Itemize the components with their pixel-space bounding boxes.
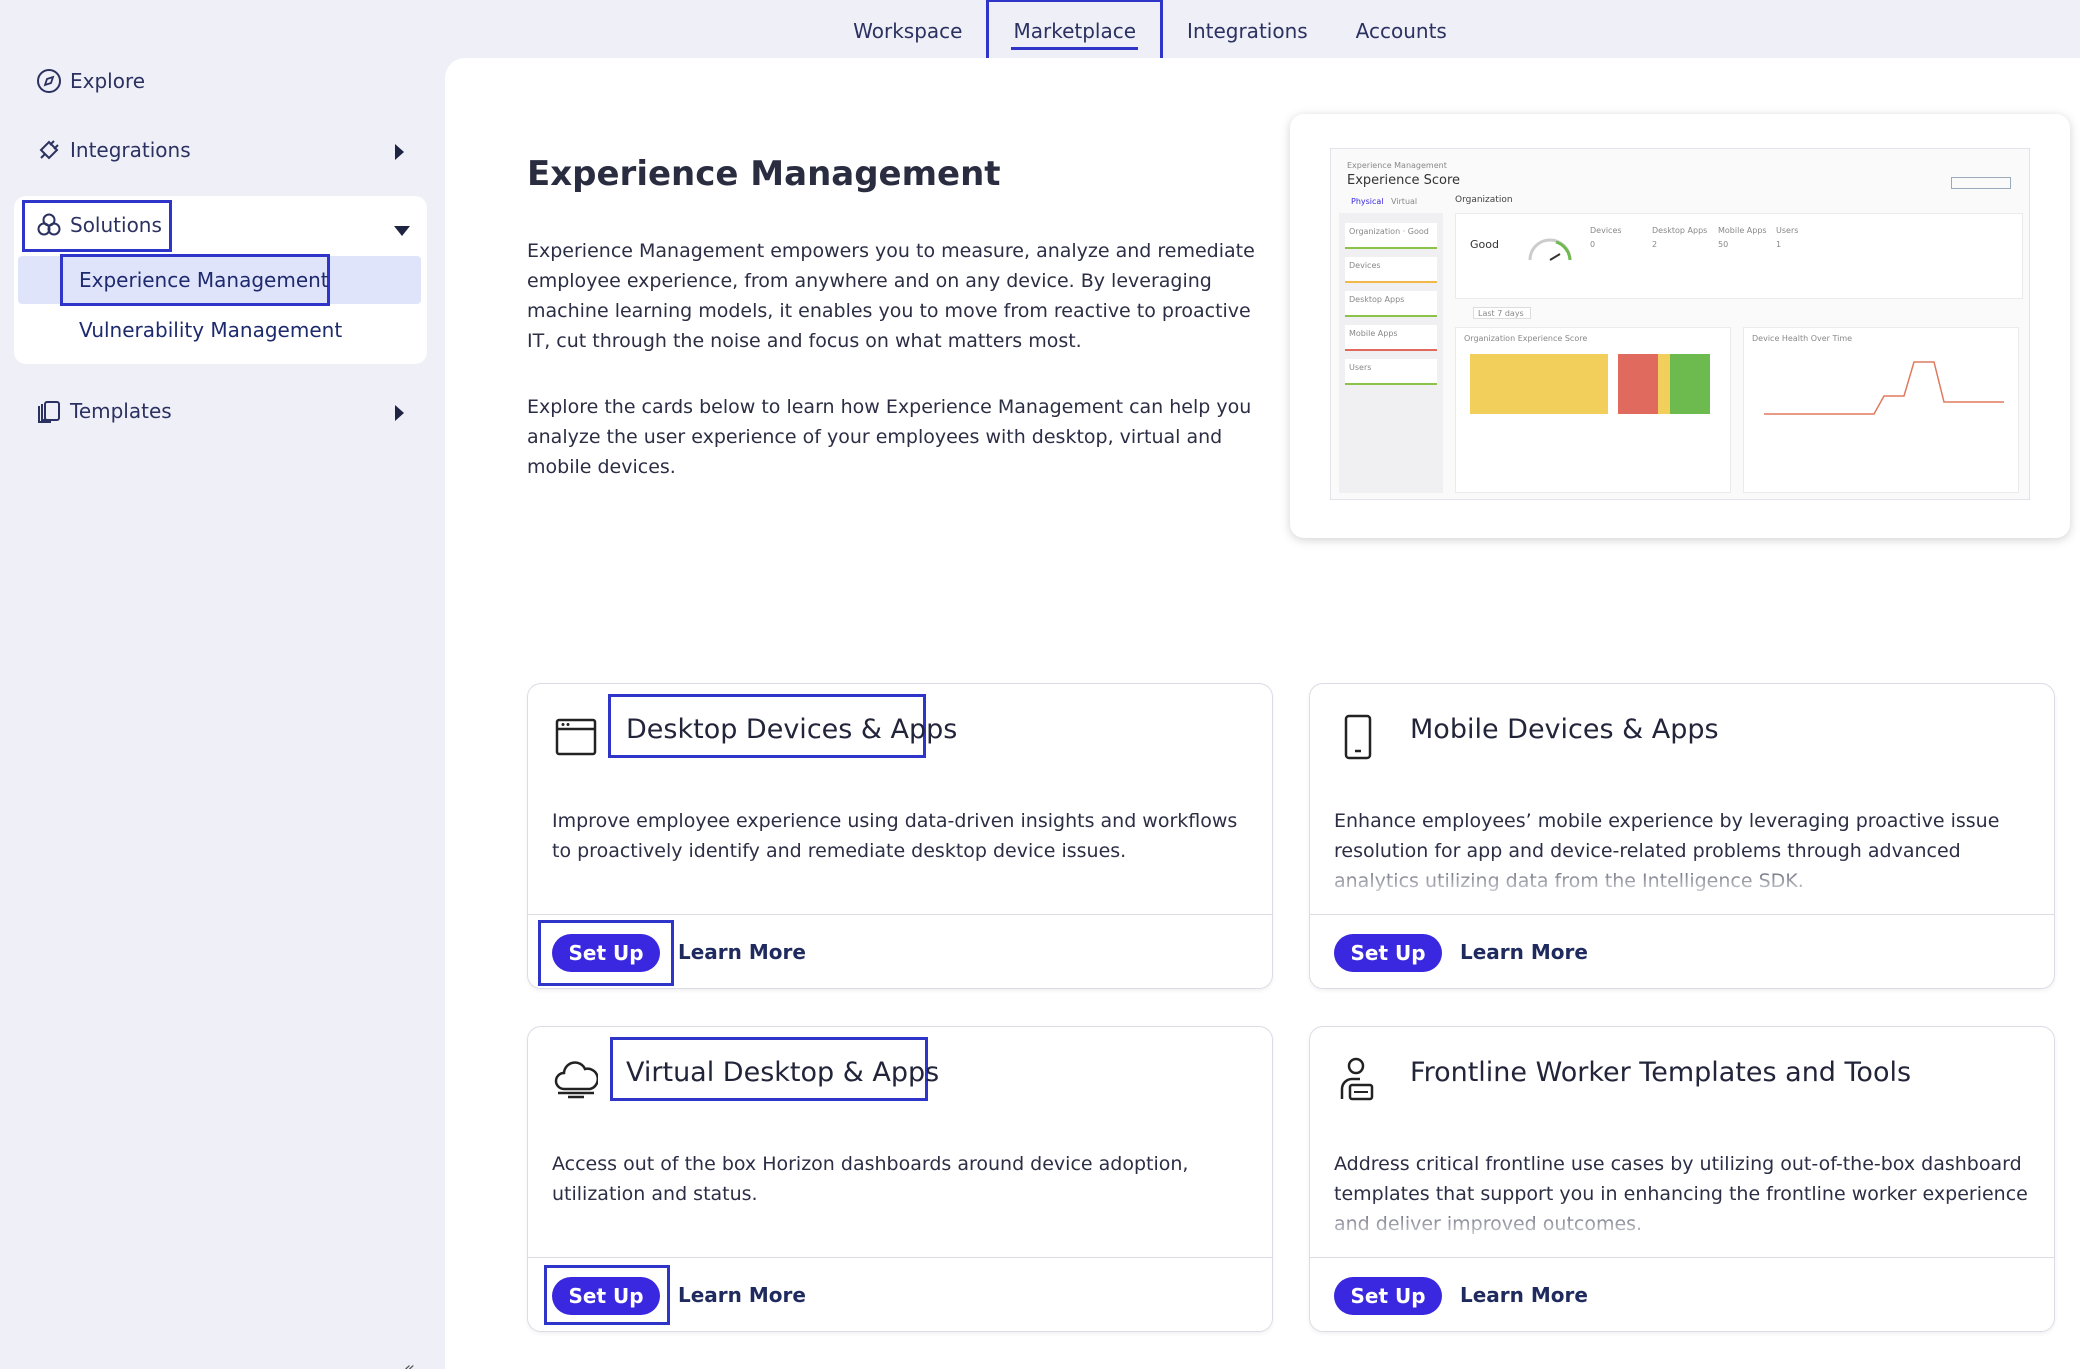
preview-row: Mobile Apps (1345, 325, 1437, 351)
sidebar-item-label: Solutions (70, 213, 162, 237)
preview-chart-device-health: Device Health Over Time (1743, 327, 2019, 493)
desktop-window-icon (554, 712, 598, 760)
sidebar-item-label: Explore (70, 69, 146, 93)
card-description: Access out of the box Horizon dashboards… (552, 1149, 1252, 1239)
expand-arrow-icon[interactable] (395, 405, 404, 421)
card-divider (1310, 1257, 2054, 1258)
preview-filter: Last 7 days (1473, 307, 1531, 319)
card-title: Mobile Devices & Apps (1410, 714, 1719, 745)
solutions-circles-icon (36, 212, 62, 238)
page-description-secondary: Explore the cards below to learn how Exp… (527, 396, 1252, 478)
preview-tab: Physical (1351, 197, 1384, 206)
preview-chart-experience: Organization Experience Score (1455, 327, 1731, 493)
tab-accounts[interactable]: Accounts (1332, 0, 1471, 63)
card-title: Frontline Worker Templates and Tools (1410, 1057, 1912, 1088)
card-frontline-worker: Frontline Worker Templates and Tools Add… (1309, 1026, 2055, 1332)
learn-more-link[interactable]: Learn More (1460, 940, 1588, 964)
setup-button[interactable]: Set Up (552, 934, 660, 972)
collapse-sidebar-icon[interactable]: « (404, 1358, 415, 1369)
sidebar-item-experience-management[interactable]: Experience Management (79, 268, 329, 292)
preview-row: Devices (1345, 257, 1437, 283)
tab-workspace[interactable]: Workspace (829, 0, 986, 63)
preview-row: Organization · Good (1345, 223, 1437, 249)
learn-more-link[interactable]: Learn More (1460, 1283, 1588, 1307)
page-title: Experience Management (527, 154, 1001, 194)
main-content: Experience Management Experience Managem… (445, 58, 2080, 1369)
preview-row: Users (1345, 359, 1437, 385)
tab-integrations[interactable]: Integrations (1163, 0, 1332, 63)
tab-marketplace[interactable]: Marketplace (986, 0, 1164, 63)
sidebar-item-explore[interactable]: Explore (36, 68, 145, 94)
preview-dashboard: Experience Management Experience Score P… (1330, 148, 2030, 500)
sidebar: Explore Integrations Solutions Experienc… (0, 58, 445, 1369)
solutions-panel: Solutions Experience Management Vulnerab… (14, 196, 427, 364)
preview-breadcrumb: Experience Management (1347, 161, 1447, 170)
frontline-worker-icon (1336, 1055, 1380, 1103)
card-description: Improve employee experience using data-d… (552, 806, 1252, 896)
setup-button[interactable]: Set Up (1334, 934, 1442, 972)
collapse-arrow-icon[interactable] (394, 226, 410, 236)
sidebar-item-solutions[interactable]: Solutions (36, 212, 162, 238)
setup-button[interactable]: Set Up (552, 1277, 660, 1315)
preview-tab: Virtual (1391, 197, 1418, 206)
preview-org-summary: Good Devices Desktop Apps Mobile Apps Us… (1455, 213, 2023, 299)
cloud-desktop-icon (554, 1055, 599, 1103)
templates-icon (36, 398, 62, 424)
dashboard-preview-image: Experience Management Experience Score P… (1290, 114, 2070, 538)
preview-title: Experience Score (1347, 173, 1461, 188)
top-navigation: Workspace Marketplace Integrations Accou… (0, 0, 2080, 63)
card-description: Enhance employees’ mobile experience by … (1334, 806, 2034, 896)
top-tabs: Workspace Marketplace Integrations Accou… (829, 0, 1471, 63)
page-description: Experience Management empowers you to me… (527, 240, 1255, 352)
card-divider (528, 1257, 1272, 1258)
preview-row: Desktop Apps (1345, 291, 1437, 317)
sidebar-item-templates[interactable]: Templates (36, 398, 172, 424)
gauge-icon (1528, 238, 1572, 261)
setup-button[interactable]: Set Up (1334, 1277, 1442, 1315)
card-virtual-desktop-apps: Virtual Desktop & Apps Access out of the… (527, 1026, 1273, 1332)
expand-arrow-icon[interactable] (395, 144, 404, 160)
sidebar-item-integrations[interactable]: Integrations (36, 137, 191, 163)
learn-more-link[interactable]: Learn More (678, 1283, 806, 1307)
card-title: Desktop Devices & Apps (626, 714, 958, 745)
compass-icon (36, 68, 62, 94)
sidebar-item-label: Integrations (70, 138, 191, 162)
preview-org-label: Organization (1455, 195, 1513, 205)
card-divider (1310, 914, 2054, 915)
card-description: Address critical frontline use cases by … (1334, 1149, 2034, 1239)
plug-icon (36, 137, 62, 163)
card-divider (528, 914, 1272, 915)
sidebar-item-label: Templates (70, 399, 172, 423)
mobile-phone-icon (1336, 712, 1380, 760)
preview-left-panel: Organization · Good Devices Desktop Apps… (1339, 213, 1443, 493)
sidebar-item-vulnerability-management[interactable]: Vulnerability Management (79, 318, 342, 342)
learn-more-link[interactable]: Learn More (678, 940, 806, 964)
card-title: Virtual Desktop & Apps (626, 1057, 940, 1088)
preview-threshold-button (1951, 177, 2011, 189)
card-desktop-devices-apps: Desktop Devices & Apps Improve employee … (527, 683, 1273, 989)
card-mobile-devices-apps: Mobile Devices & Apps Enhance employees’… (1309, 683, 2055, 989)
